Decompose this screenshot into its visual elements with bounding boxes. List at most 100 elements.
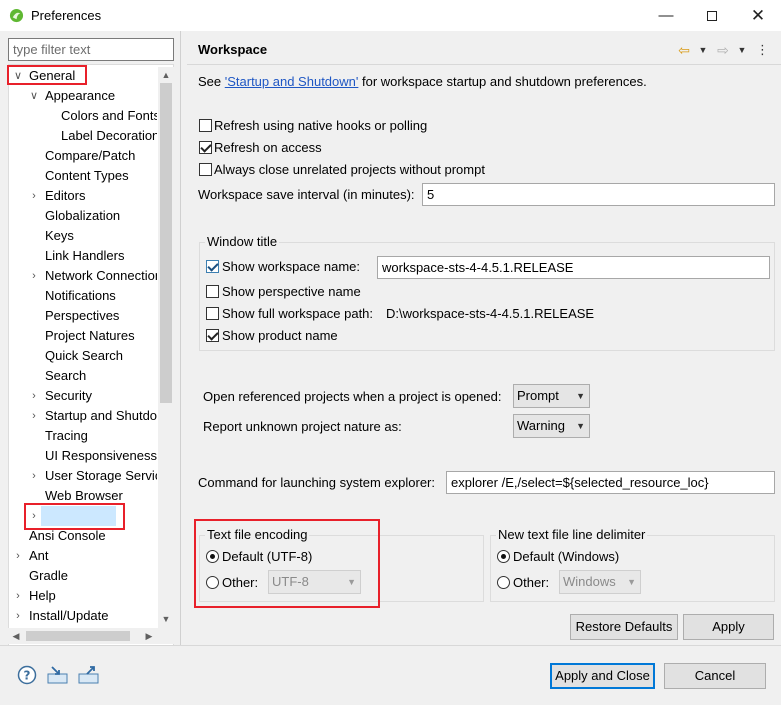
- save-interval-input[interactable]: 5: [422, 183, 775, 206]
- tree-item-label-decorations[interactable]: Label Decorations: [61, 126, 157, 146]
- startup-shutdown-link[interactable]: 'Startup and Shutdown': [225, 74, 359, 89]
- chevron-down-icon: ▼: [627, 577, 636, 587]
- collapse-icon[interactable]: ∨: [28, 86, 40, 106]
- tree-item-appearance[interactable]: Appearance: [45, 86, 157, 106]
- back-menu-icon[interactable]: ▼: [698, 43, 708, 57]
- open-referenced-label: Open referenced projects when a project …: [203, 389, 502, 404]
- tree-item-gradle[interactable]: Gradle: [29, 566, 157, 586]
- expand-icon[interactable]: ›: [12, 586, 24, 606]
- tree-item-content-types[interactable]: Content Types: [45, 166, 157, 186]
- tree-vertical-scroll-thumb[interactable]: [160, 83, 172, 403]
- scroll-right-icon[interactable]: ▶: [142, 629, 156, 643]
- tree-item-security[interactable]: Security: [45, 386, 157, 406]
- tree-item-user-storage-service[interactable]: User Storage Service: [45, 466, 157, 486]
- delimiter-other-value: Windows: [563, 574, 616, 589]
- filter-input[interactable]: [8, 38, 174, 61]
- expand-icon[interactable]: ›: [28, 186, 40, 206]
- show-workspace-name-checkbox[interactable]: [206, 260, 219, 273]
- tree-item-network-connections[interactable]: Network Connections: [45, 266, 157, 286]
- open-referenced-value: Prompt: [517, 388, 559, 403]
- open-referenced-select[interactable]: Prompt ▼: [513, 384, 590, 408]
- window-title-group-label: Window title: [205, 234, 280, 249]
- refresh-native-label: Refresh using native hooks or polling: [214, 118, 428, 133]
- always-close-checkbox[interactable]: [199, 163, 212, 176]
- tree-item-install-update[interactable]: Install/Update: [29, 606, 157, 626]
- show-full-path-label: Show full workspace path:: [222, 306, 374, 321]
- delimiter-other-radio[interactable]: [497, 576, 510, 589]
- tree-item-tracing[interactable]: Tracing: [45, 426, 157, 446]
- scroll-left-icon[interactable]: ◀: [9, 629, 23, 643]
- tree-item-perspectives[interactable]: Perspectives: [45, 306, 157, 326]
- delimiter-other-label: Other:: [513, 575, 550, 590]
- chevron-down-icon: ▼: [576, 391, 585, 401]
- show-product-checkbox[interactable]: [206, 329, 219, 342]
- explorer-command-label: Command for launching system explorer:: [198, 475, 435, 490]
- refresh-native-checkbox[interactable]: [199, 119, 212, 132]
- expand-icon[interactable]: ›: [12, 606, 24, 626]
- import-icon[interactable]: [47, 665, 69, 685]
- expand-icon[interactable]: ›: [28, 406, 40, 426]
- expand-icon[interactable]: ›: [12, 546, 24, 566]
- chevron-down-icon: ▼: [576, 421, 585, 431]
- footer-separator: [0, 645, 781, 646]
- save-interval-label: Workspace save interval (in minutes):: [198, 187, 415, 202]
- help-icon[interactable]: ?: [17, 665, 37, 685]
- tree-item-colors-and-fonts[interactable]: Colors and Fonts: [61, 106, 157, 126]
- tree-item-search[interactable]: Search: [45, 366, 157, 386]
- expand-icon[interactable]: ›: [28, 266, 40, 286]
- scroll-up-icon[interactable]: ▲: [159, 68, 173, 82]
- apply-button[interactable]: Apply: [683, 614, 774, 640]
- svg-text:?: ?: [24, 669, 31, 683]
- tree-item-startup-and-shutdown[interactable]: Startup and Shutdown: [45, 406, 157, 426]
- report-unknown-select[interactable]: Warning ▼: [513, 414, 590, 438]
- tree-item-globalization[interactable]: Globalization: [45, 206, 157, 226]
- panel-divider[interactable]: [180, 31, 181, 645]
- header-separator: [187, 64, 781, 65]
- report-unknown-value: Warning: [517, 418, 565, 433]
- tree-item-project-natures[interactable]: Project Natures: [45, 326, 157, 346]
- line-delimiter-group-label: New text file line delimiter: [496, 527, 648, 542]
- always-close-label: Always close unrelated projects without …: [214, 162, 485, 177]
- view-menu-icon[interactable]: ⋮: [756, 43, 769, 57]
- intro-suffix: for workspace startup and shutdown prefe…: [358, 74, 647, 89]
- intro-prefix: See: [198, 74, 225, 89]
- restore-defaults-button[interactable]: Restore Defaults: [570, 614, 678, 640]
- show-full-path-checkbox[interactable]: [206, 307, 219, 320]
- full-path-value: D:\workspace-sts-4-4.5.1.RELEASE: [386, 306, 595, 321]
- app-icon: [9, 8, 24, 23]
- intro-text: See 'Startup and Shutdown' for workspace…: [198, 74, 647, 89]
- tree-item-editors[interactable]: Editors: [45, 186, 157, 206]
- tree-horizontal-scroll-thumb[interactable]: [26, 631, 130, 641]
- tree-item-ant[interactable]: Ant: [29, 546, 157, 566]
- refresh-access-checkbox[interactable]: [199, 141, 212, 154]
- delimiter-default-radio[interactable]: [497, 550, 510, 563]
- report-unknown-label: Report unknown project nature as:: [203, 419, 402, 434]
- expand-icon[interactable]: ›: [28, 386, 40, 406]
- show-perspective-label: Show perspective name: [222, 284, 361, 299]
- minimize-icon[interactable]: —: [643, 0, 689, 31]
- forward-icon[interactable]: ⇨: [715, 43, 731, 57]
- show-product-label: Show product name: [222, 328, 338, 343]
- expand-icon[interactable]: ›: [28, 466, 40, 486]
- tree-item-keys[interactable]: Keys: [45, 226, 157, 246]
- tree-item-ui-responsiveness[interactable]: UI Responsiveness: [45, 446, 157, 466]
- workspace-name-input[interactable]: workspace-sts-4-4.5.1.RELEASE: [377, 256, 770, 279]
- scroll-down-icon[interactable]: ▼: [159, 612, 173, 626]
- tree-item-notifications[interactable]: Notifications: [45, 286, 157, 306]
- back-icon[interactable]: ⇦: [676, 43, 692, 57]
- explorer-command-input[interactable]: explorer /E,/select=${selected_resource_…: [446, 471, 775, 494]
- cancel-button[interactable]: Cancel: [664, 663, 766, 689]
- tree-item-quick-search[interactable]: Quick Search: [45, 346, 157, 366]
- show-workspace-name-label: Show workspace name:: [222, 259, 361, 274]
- tree-item-help[interactable]: Help: [29, 586, 157, 606]
- forward-menu-icon[interactable]: ▼: [737, 43, 747, 57]
- show-perspective-checkbox[interactable]: [206, 285, 219, 298]
- close-icon[interactable]: ✕: [735, 0, 781, 31]
- highlight-general: [7, 65, 87, 85]
- maximize-icon[interactable]: [689, 0, 735, 31]
- export-icon[interactable]: [78, 665, 100, 685]
- tree-item-compare-patch[interactable]: Compare/Patch: [45, 146, 157, 166]
- delimiter-other-select[interactable]: Windows ▼: [559, 570, 641, 594]
- apply-and-close-button[interactable]: Apply and Close: [550, 663, 655, 689]
- tree-item-link-handlers[interactable]: Link Handlers: [45, 246, 157, 266]
